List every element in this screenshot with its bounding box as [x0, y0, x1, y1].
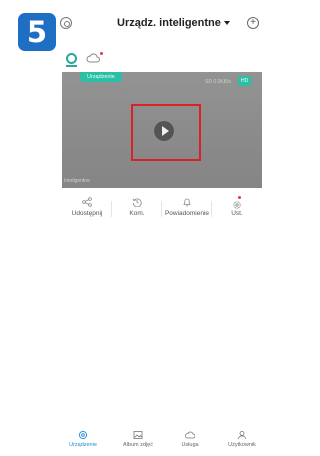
tab-album[interactable]: Album zdjęć: [113, 430, 163, 448]
tab-service-label: Usługa: [181, 442, 199, 448]
step-number-badge: 5: [18, 13, 56, 51]
stream-stats: SD 0.0KB/s: [205, 79, 231, 85]
settings-icon-wrap: [232, 196, 242, 209]
tab-user[interactable]: Użytkownik: [217, 430, 267, 448]
share-label: Udostępnij: [71, 210, 103, 217]
cloud-alert-dot: [100, 52, 103, 55]
tab-device-label: Urządzenie: [69, 442, 97, 448]
share-button[interactable]: Udostępnij: [62, 193, 112, 223]
quality-toggle[interactable]: HD: [238, 76, 252, 86]
notifications-label: Powiadomienie: [164, 210, 210, 217]
bell-icon: [183, 198, 191, 207]
cloud-service-icon: [185, 431, 195, 439]
tab-device[interactable]: Urządzenie: [58, 430, 108, 448]
home-icon: [78, 430, 88, 440]
settings-button[interactable]: Ust.: [212, 193, 262, 223]
device-actions-bar: Udostępnij Kom. Powiadomienie Ust.: [62, 193, 262, 223]
history-icon: [132, 198, 142, 207]
user-icon: [238, 431, 246, 440]
tab-user-label: Użytkownik: [228, 442, 256, 448]
device-group-dropdown[interactable]: Urządz. inteligentne: [117, 16, 230, 30]
share-icon: [82, 197, 92, 207]
history-button[interactable]: Kom.: [112, 193, 162, 223]
settings-alert-dot: [238, 196, 241, 199]
video-watermark: Inteligentne: [64, 178, 90, 184]
page-title: Urządz. inteligentne: [117, 17, 221, 29]
history-label: Kom.: [129, 210, 145, 217]
tab-album-label: Album zdjęć: [123, 442, 153, 448]
chevron-down-icon: [223, 21, 230, 25]
album-icon: [133, 431, 143, 439]
cloud-icon[interactable]: [86, 53, 100, 63]
add-circle-icon[interactable]: +: [247, 17, 259, 29]
notifications-button[interactable]: Powiadomienie: [162, 193, 212, 223]
tab-service[interactable]: Usługa: [165, 430, 215, 448]
device-status-icons: [64, 52, 104, 68]
scan-icon[interactable]: [60, 17, 72, 29]
settings-label: Ust.: [231, 210, 243, 217]
device-status-pill: Urządzenie: [80, 72, 122, 82]
highlight-frame: [131, 104, 201, 161]
camera-icon: [66, 53, 77, 67]
bottom-tab-bar: Urządzenie Album zdjęć Usługa Użytkownik: [0, 430, 262, 456]
camera-preview[interactable]: Urządzenie SD 0.0KB/s HD Inteligentne: [62, 72, 262, 188]
settings-icon: [233, 201, 241, 209]
